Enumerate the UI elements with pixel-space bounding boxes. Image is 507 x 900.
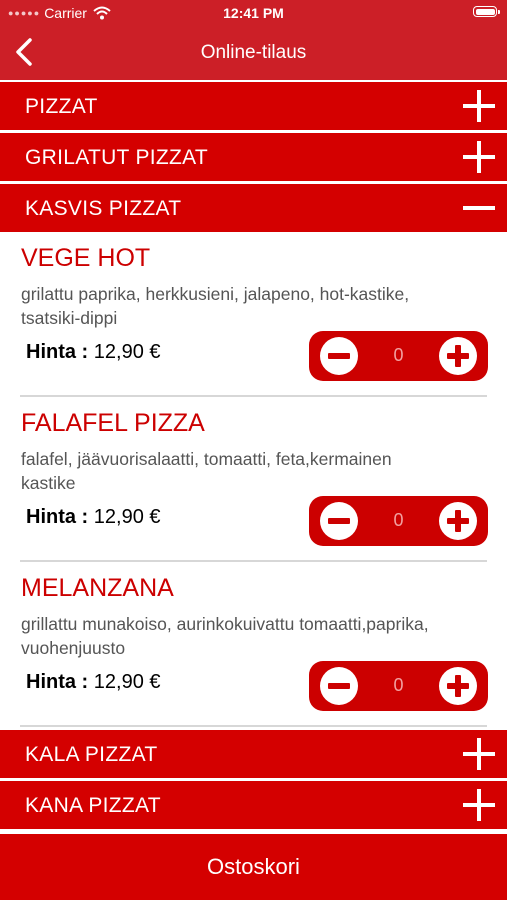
increase-button[interactable] <box>439 502 477 540</box>
price-value: 12,90 € <box>93 341 161 363</box>
item-price: Hinta : 12,90 € <box>26 506 161 529</box>
page-title: Online-tilaus <box>200 42 307 63</box>
item-description: falafel, jäävuorisalaatti, tomaatti, fet… <box>21 449 392 493</box>
item-description: grillattu munakoiso, aurinkokuivattu tom… <box>21 614 429 658</box>
cart-button[interactable]: Ostoskori <box>0 834 507 900</box>
item-description: grilattu paprika, herkkusieni, jalapeno,… <box>21 284 410 328</box>
category-kala-pizzat[interactable]: KALA PIZZAT <box>0 730 507 778</box>
quantity-stepper: 0 <box>309 331 488 381</box>
app-header: ●●●●● Carrier 12:41 PM Online-tilaus <box>0 0 507 80</box>
item-price: Hinta : 12,90 € <box>26 341 161 364</box>
menu-item: MELANZANA grillattu munakoiso, aurinkoku… <box>0 566 507 726</box>
category-label: KALA PIZZAT <box>25 743 158 766</box>
status-bar: ●●●●● Carrier 12:41 PM <box>0 0 507 26</box>
menu-item: FALAFEL PIZZA falafel, jäävuorisalaatti,… <box>0 401 507 561</box>
plus-icon[interactable] <box>463 141 495 173</box>
quantity-stepper: 0 <box>309 496 488 546</box>
plus-icon[interactable] <box>463 738 495 770</box>
plus-icon[interactable] <box>463 90 495 122</box>
category-label: PIZZAT <box>25 95 98 118</box>
item-name: VEGE HOT <box>21 244 151 272</box>
plus-icon[interactable] <box>463 789 495 821</box>
minus-icon[interactable] <box>463 192 495 224</box>
price-label: Hinta : <box>26 671 89 693</box>
item-name: FALAFEL PIZZA <box>21 409 205 437</box>
price-label: Hinta : <box>26 341 89 363</box>
price-value: 12,90 € <box>93 671 161 693</box>
increase-button[interactable] <box>439 667 477 705</box>
battery-icon <box>473 6 500 17</box>
divider <box>20 560 487 562</box>
increase-button[interactable] <box>439 337 477 375</box>
quantity-stepper: 0 <box>309 661 488 711</box>
divider <box>20 395 487 397</box>
category-label: GRILATUT PIZZAT <box>25 146 209 169</box>
category-kasvis-pizzat[interactable]: KASVIS PIZZAT <box>0 184 507 232</box>
category-grilatut-pizzat[interactable]: GRILATUT PIZZAT <box>0 133 507 181</box>
status-time: 12:41 PM <box>223 5 284 21</box>
price-value: 12,90 € <box>93 506 161 528</box>
item-price: Hinta : 12,90 € <box>26 671 161 694</box>
menu-item: VEGE HOT grilattu paprika, herkkusieni, … <box>0 236 507 396</box>
price-label: Hinta : <box>26 506 89 528</box>
category-label: KASVIS PIZZAT <box>25 197 182 220</box>
divider <box>20 725 487 727</box>
category-label: KANA PIZZAT <box>25 794 161 817</box>
category-pizzat[interactable]: PIZZAT <box>0 82 507 130</box>
category-kana-pizzat[interactable]: KANA PIZZAT <box>0 781 507 829</box>
item-name: MELANZANA <box>21 574 174 602</box>
